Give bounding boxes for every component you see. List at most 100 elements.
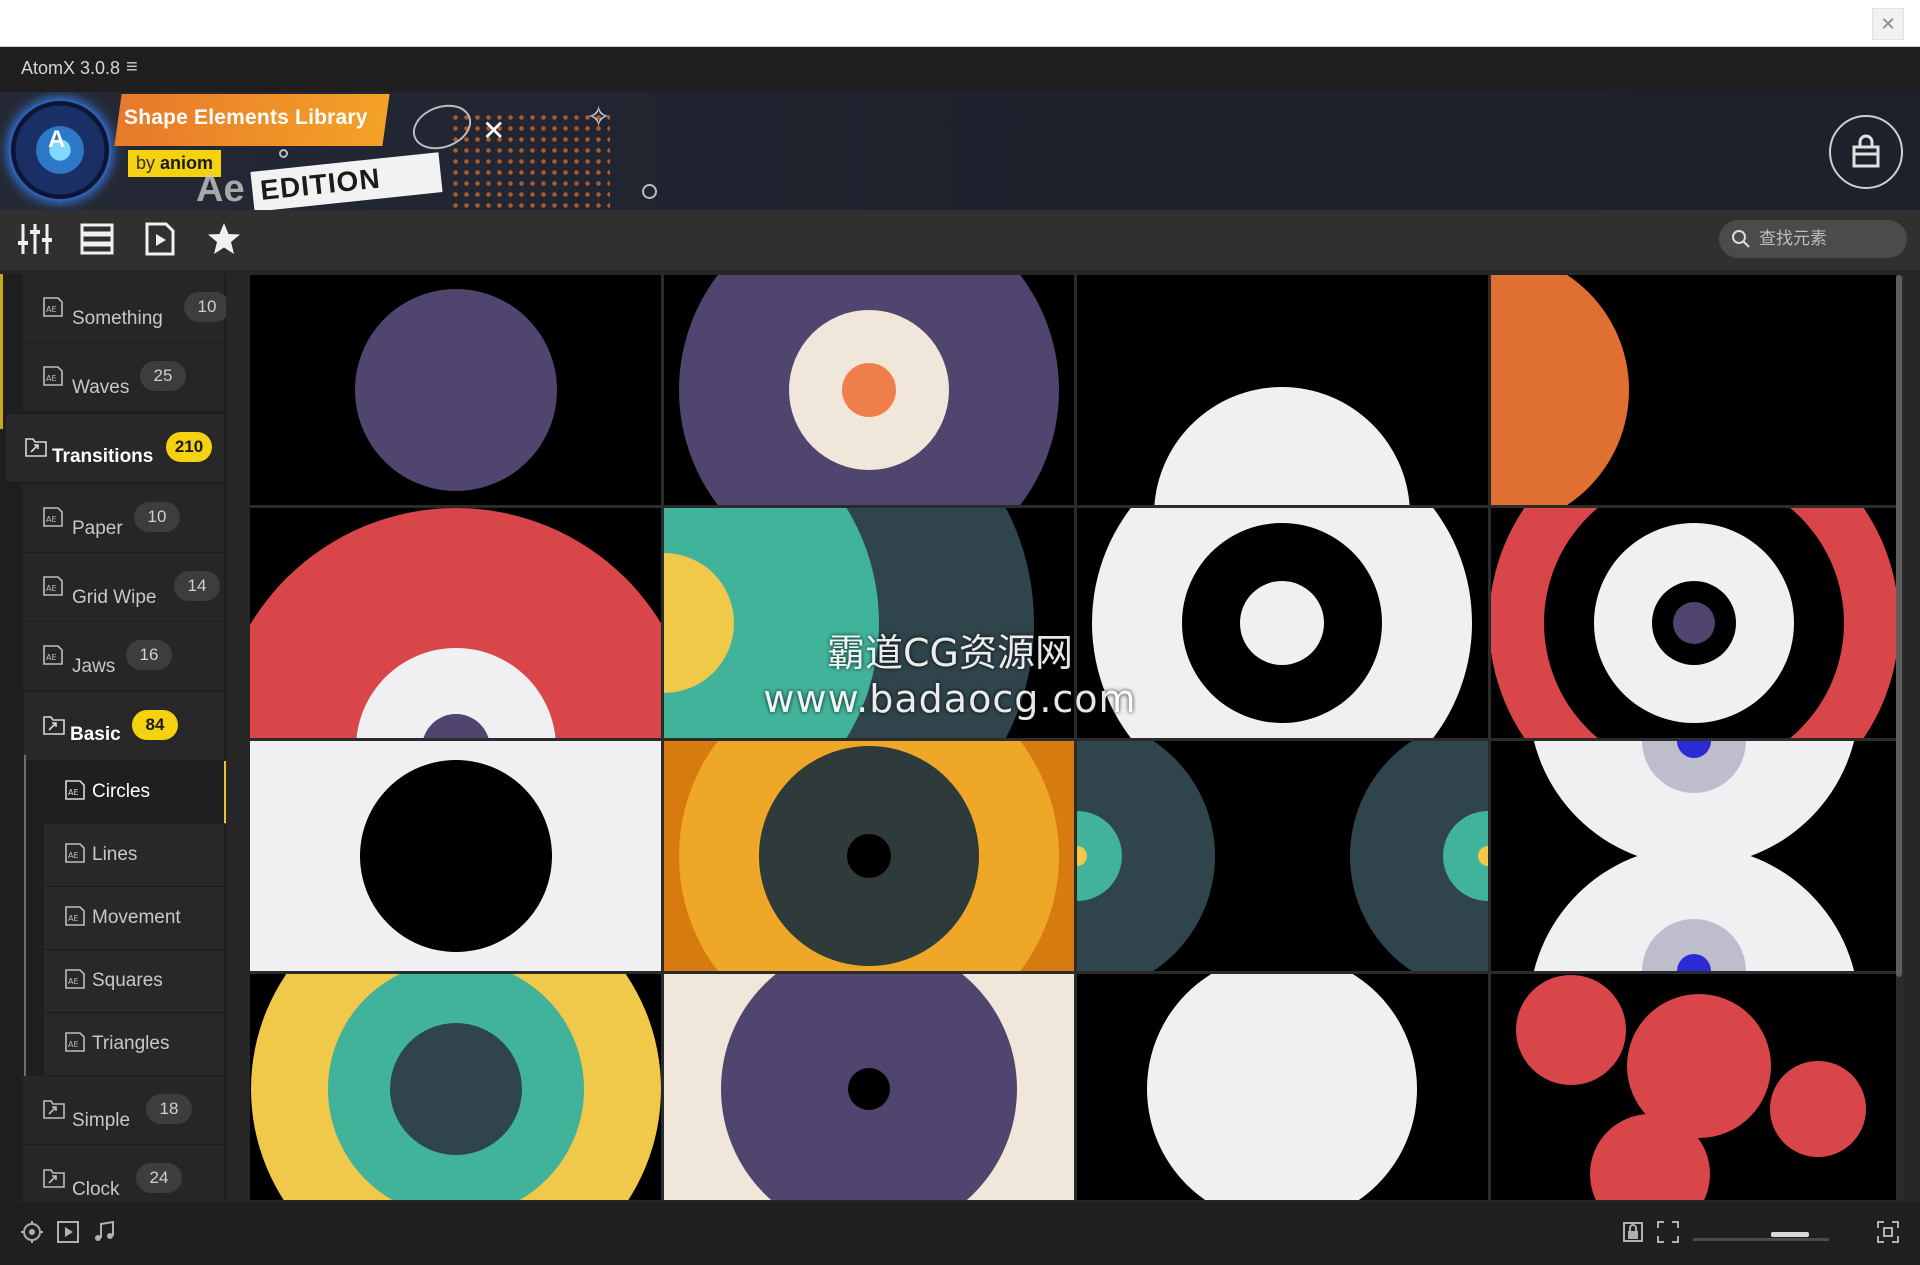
settings-target-icon[interactable] — [20, 1220, 44, 1244]
video-preview-icon[interactable] — [56, 1220, 80, 1244]
ae-file-icon: AE — [65, 1032, 85, 1052]
sparkle-icon: ✧ — [586, 101, 612, 134]
app-title: AtomX 3.0.8 — [21, 58, 121, 78]
promo-banner[interactable]: A Shape Elements Library by aniom Ae EDI… — [0, 92, 1920, 210]
slider-handle[interactable] — [1771, 1232, 1809, 1237]
preview-tile[interactable] — [1491, 275, 1896, 505]
folder-link-icon — [43, 1169, 65, 1188]
banner-close-icon[interactable]: ✕ — [482, 114, 505, 147]
search-box[interactable] — [1719, 220, 1907, 258]
fullscreen-icon[interactable] — [1876, 1220, 1900, 1244]
ae-file-icon: AE — [43, 576, 63, 596]
list-icon — [80, 223, 114, 255]
tree-guide-line — [24, 755, 26, 1130]
fit-screen-icon[interactable] — [1656, 1220, 1680, 1244]
circle-preview-thumbnail — [250, 974, 661, 1200]
preview-tile[interactable] — [250, 508, 661, 738]
count-badge: 14 — [174, 571, 220, 601]
title-bar: AtomX 3.0.8 ≡ — [0, 47, 1920, 92]
preview-tile[interactable] — [664, 974, 1074, 1200]
svg-text:AE: AE — [68, 1040, 79, 1049]
count-badge: 18 — [146, 1094, 192, 1124]
sidebar-item-waves[interactable]: AE Waves 25 — [22, 343, 224, 412]
list-view-button[interactable] — [78, 220, 116, 258]
circle-preview-thumbnail — [1491, 508, 1896, 738]
preview-tile[interactable] — [664, 741, 1074, 971]
sidebar-subitem-circles[interactable]: AE Circles — [44, 761, 226, 824]
store-bag-button[interactable] — [1829, 115, 1903, 189]
preview-tile[interactable] — [250, 275, 661, 505]
circle-preview-thumbnail — [1491, 741, 1896, 971]
svg-text:AE: AE — [46, 653, 57, 662]
circle-preview-thumbnail — [250, 275, 661, 505]
preview-tile[interactable] — [1491, 508, 1896, 738]
preview-tile[interactable] — [1077, 741, 1488, 971]
svg-text:AE: AE — [46, 584, 57, 593]
sidebar-subitem-label: Squares — [92, 970, 163, 991]
svg-text:AE: AE — [68, 851, 79, 860]
count-badge: 10 — [184, 292, 226, 322]
grid-scrollbar[interactable] — [1896, 275, 1902, 977]
preview-file-button[interactable] — [141, 220, 179, 258]
circle-preview-thumbnail — [1077, 974, 1488, 1200]
sidebar-item-something[interactable]: AE Something 10 — [22, 274, 226, 343]
lock-icon[interactable] — [1621, 1220, 1645, 1244]
sidebar-subitem-label: Lines — [92, 844, 138, 865]
banner-by-prefix: by — [136, 153, 156, 173]
sidebar-item-grid-wipe[interactable]: AE Grid Wipe 14 — [22, 553, 224, 622]
sidebar-subitem-squares[interactable]: AE Squares — [44, 950, 224, 1013]
folder-link-icon — [43, 716, 65, 735]
banner-title: Shape Elements Library — [124, 106, 368, 129]
preview-tile[interactable] — [1077, 275, 1488, 505]
count-badge: 10 — [134, 502, 180, 532]
sidebar-item-label: Grid Wipe — [72, 587, 157, 608]
sidebar-subitem-lines[interactable]: AE Lines — [44, 824, 224, 887]
sidebar-item-label: Paper — [72, 518, 123, 539]
main-toolbar — [0, 210, 1920, 270]
count-badge: 16 — [126, 640, 172, 670]
svg-text:AE: AE — [68, 788, 79, 797]
preview-tile[interactable] — [250, 741, 661, 971]
count-badge: 25 — [140, 361, 186, 391]
sidebar-item-clock[interactable]: Clock 24 — [22, 1145, 224, 1201]
browser-top-strip: ✕ — [0, 0, 1920, 47]
ae-file-icon: AE — [43, 645, 63, 665]
sidebar-subitem-movement[interactable]: AE Movement — [44, 887, 224, 950]
circle-preview-thumbnail — [664, 741, 1074, 971]
window-close-button[interactable]: ✕ — [1872, 8, 1904, 40]
sliders-button[interactable] — [16, 220, 54, 258]
svg-text:AE: AE — [46, 374, 57, 383]
circle-preview-thumbnail — [664, 974, 1074, 1200]
preview-tile[interactable] — [250, 974, 661, 1200]
sidebar-category-label: Basic — [70, 724, 121, 745]
preview-tile[interactable] — [1077, 974, 1488, 1200]
play-file-icon — [145, 222, 175, 256]
sidebar-category-transitions[interactable]: Transitions 210 — [6, 414, 224, 483]
ae-file-icon: AE — [65, 843, 85, 863]
sidebar-item-simple[interactable]: Simple 18 — [22, 1076, 224, 1145]
count-badge: 210 — [166, 432, 212, 462]
sidebar-subitem-label: Circles — [92, 781, 151, 802]
preview-tile[interactable] — [1491, 974, 1896, 1200]
sidebar-subitem-label: Triangles — [92, 1033, 170, 1054]
sidebar-subitem-triangles[interactable]: AE Triangles — [44, 1013, 224, 1076]
thumbnail-size-slider[interactable] — [1693, 1238, 1829, 1241]
preview-tile[interactable] — [1491, 741, 1896, 971]
sidebar-item-paper[interactable]: AE Paper 10 — [22, 484, 224, 553]
svg-text:AE: AE — [46, 305, 57, 314]
watermark-line1: 霸道CG资源网 — [827, 631, 1073, 675]
preview-tile[interactable] — [664, 275, 1074, 505]
preview-grid — [250, 275, 1904, 1200]
sidebar-category-basic[interactable]: Basic 84 — [24, 692, 224, 761]
music-note-icon[interactable] — [92, 1220, 116, 1244]
favorites-button[interactable] — [205, 220, 243, 258]
circle-preview-thumbnail — [1491, 275, 1896, 505]
circle-preview-thumbnail — [664, 275, 1074, 505]
hamburger-menu-icon[interactable]: ≡ — [126, 56, 138, 79]
sidebar-item-label: Simple — [72, 1110, 131, 1131]
category-sidebar: AE Something 10 AE Waves 25 Transitions … — [0, 274, 226, 1201]
search-input[interactable] — [1757, 228, 1901, 250]
sidebar-item-jaws[interactable]: AE Jaws 16 — [22, 622, 224, 691]
count-badge: 24 — [136, 1163, 182, 1193]
svg-text:AE: AE — [46, 515, 57, 524]
